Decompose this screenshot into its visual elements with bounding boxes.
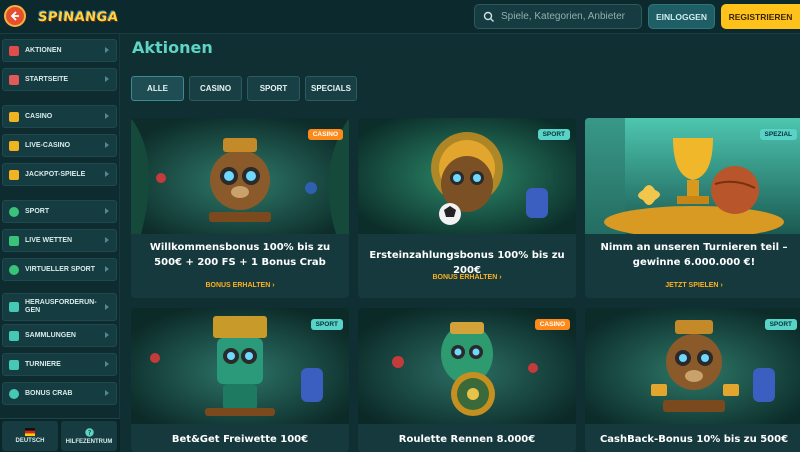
sidebar-item-label: JACKPOT-SPIELE (25, 170, 86, 178)
sidebar-item-herausforderungen[interactable]: HERAUSFORDERUN-GEN (2, 293, 117, 321)
help-label: HILFEZENTRUM (65, 438, 113, 445)
sidebar-item-label: LIVE WETTEN (25, 236, 73, 244)
sidebar-item-sport[interactable]: SPORT (2, 200, 117, 223)
promo-card[interactable]: CASINO Roulette Rennen 8.000€ (358, 308, 576, 452)
chevron-right-icon (105, 76, 109, 82)
sidebar-item-casino[interactable]: CASINO (2, 105, 117, 128)
sidebar-item-label: SPORT (25, 207, 50, 215)
filter-tab-specials[interactable]: SPECIALS (305, 76, 357, 101)
chevron-right-icon (105, 266, 109, 272)
gift-icon (9, 45, 19, 56)
promo-title: Nimm an unseren Turnieren teil – gewinne… (600, 242, 788, 268)
sidebar-item-label: CASINO (25, 112, 53, 120)
search-input[interactable] (501, 11, 641, 22)
home-icon (9, 74, 19, 85)
category-badge: SPORT (310, 319, 343, 330)
flag-icon (25, 428, 35, 436)
chevron-right-icon (105, 304, 109, 310)
category-badge: CASINO (307, 129, 343, 140)
sidebar-item-label: VIRTUELLER SPORT (25, 265, 96, 273)
bell-icon (9, 140, 19, 151)
jackpot-icon (9, 169, 19, 180)
help-icon: ? (84, 427, 94, 437)
page-title: Aktionen (132, 38, 213, 57)
sidebar-item-bonus-crab[interactable]: BONUS CRAB (2, 382, 117, 405)
sidebar: AKTIONEN STARTSEITE CASINO LIVE-CASINO J… (0, 34, 120, 452)
sidebar-item-label: BONUS CRAB (25, 389, 73, 397)
slot-icon (9, 111, 19, 122)
promo-title: Roulette Rennen 8.000€ (398, 434, 536, 445)
promo-card[interactable]: SPORT Bet&Get Freiwette 100€ (131, 308, 349, 452)
promo-card[interactable]: SPORT CashBack-Bonus 10% bis zu 500€ (585, 308, 800, 452)
sidebar-bottom-bar: DEUTSCH ? HILFEZENTRUM (0, 418, 120, 452)
help-center-button[interactable]: ? HILFEZENTRUM (61, 421, 117, 451)
sidebar-item-label: AKTIONEN (25, 46, 62, 54)
trophy-icon (9, 359, 19, 370)
category-badge: SPORT (537, 129, 570, 140)
promo-title: CashBack-Bonus 10% bis zu 500€ (599, 434, 789, 445)
filter-tab-casino[interactable]: CASINO (189, 76, 242, 101)
sidebar-item-startseite[interactable]: STARTSEITE (2, 68, 117, 91)
crab-icon (9, 388, 19, 399)
chevron-right-icon (105, 361, 109, 367)
live-icon (9, 235, 19, 246)
cta-label: BONUS ERHALTEN (205, 282, 271, 289)
promo-card[interactable]: SPEZIAL Nimm an unseren Turnieren teil –… (585, 118, 800, 298)
svg-text:?: ? (87, 429, 91, 437)
chevron-right-icon (105, 332, 109, 338)
menu-toggle-button[interactable] (4, 5, 26, 27)
chevron-right-icon (105, 390, 109, 396)
play-link[interactable]: JETZT SPIELEN › (585, 282, 800, 289)
challenge-icon (9, 302, 19, 312)
register-button[interactable]: REGISTRIEREN (721, 4, 800, 29)
sidebar-item-sammlungen[interactable]: SAMMLUNGEN (2, 324, 117, 347)
cta-label: BONUS ERHALTEN (432, 274, 498, 281)
promo-title: Willkommensbonus 100% bis zu 500€ + 200 … (149, 242, 331, 268)
search-icon (483, 11, 494, 22)
virtual-sport-icon (9, 264, 19, 275)
chevron-right-icon (105, 113, 109, 119)
collection-icon (9, 330, 19, 341)
sidebar-item-label: SAMMLUNGEN (25, 331, 76, 339)
bonus-link[interactable]: BONUS ERHALTEN › (358, 274, 576, 281)
sidebar-item-label: LIVE-CASINO (25, 141, 71, 149)
chevron-right-icon (105, 142, 109, 148)
language-label: DEUTSCH (15, 438, 45, 444)
filter-tab-sport[interactable]: SPORT (247, 76, 300, 101)
search-box[interactable] (474, 4, 642, 29)
logo-text: SPINANGA (37, 10, 120, 25)
sidebar-item-virtueller-sport[interactable]: VIRTUELLER SPORT (2, 258, 117, 281)
logo[interactable]: SPINANGA (37, 4, 120, 30)
sidebar-item-label: HERAUSFORDERUN-GEN (25, 299, 97, 314)
promo-card[interactable]: CASINO Willkommensbonus 100% bis zu 500€… (131, 118, 349, 298)
soccer-icon (9, 206, 19, 217)
menu-arrow-icon (10, 11, 19, 21)
cta-label: JETZT SPIELEN (665, 282, 719, 289)
category-badge: CASINO (534, 319, 570, 330)
filter-tab-alle[interactable]: ALLE (131, 76, 184, 101)
chevron-right-icon (105, 208, 109, 214)
sidebar-item-live-wetten[interactable]: LIVE WETTEN (2, 229, 117, 252)
bonus-link[interactable]: BONUS ERHALTEN › (131, 282, 349, 289)
sidebar-item-aktionen[interactable]: AKTIONEN (2, 39, 117, 62)
category-badge: SPEZIAL (759, 129, 797, 140)
sidebar-item-turniere[interactable]: TURNIERE (2, 353, 117, 376)
promo-card[interactable]: SPORT Ersteinzahlungsbonus 100% bis zu 2… (358, 118, 576, 298)
top-bar: SPINANGA EINLOGGEN REGISTRIEREN (0, 0, 800, 34)
login-button[interactable]: EINLOGGEN (648, 4, 715, 29)
language-button[interactable]: DEUTSCH (2, 421, 58, 451)
sidebar-item-live-casino[interactable]: LIVE-CASINO (2, 134, 117, 157)
sidebar-item-label: TURNIERE (25, 360, 61, 368)
category-badge: SPORT (764, 319, 797, 330)
chevron-right-icon (105, 171, 109, 177)
promo-title: Bet&Get Freiwette 100€ (171, 434, 309, 445)
chevron-right-icon (105, 237, 109, 243)
sidebar-item-jackpot-spiele[interactable]: JACKPOT-SPIELE (2, 163, 117, 186)
chevron-right-icon (105, 47, 109, 53)
sidebar-item-label: STARTSEITE (25, 75, 69, 83)
